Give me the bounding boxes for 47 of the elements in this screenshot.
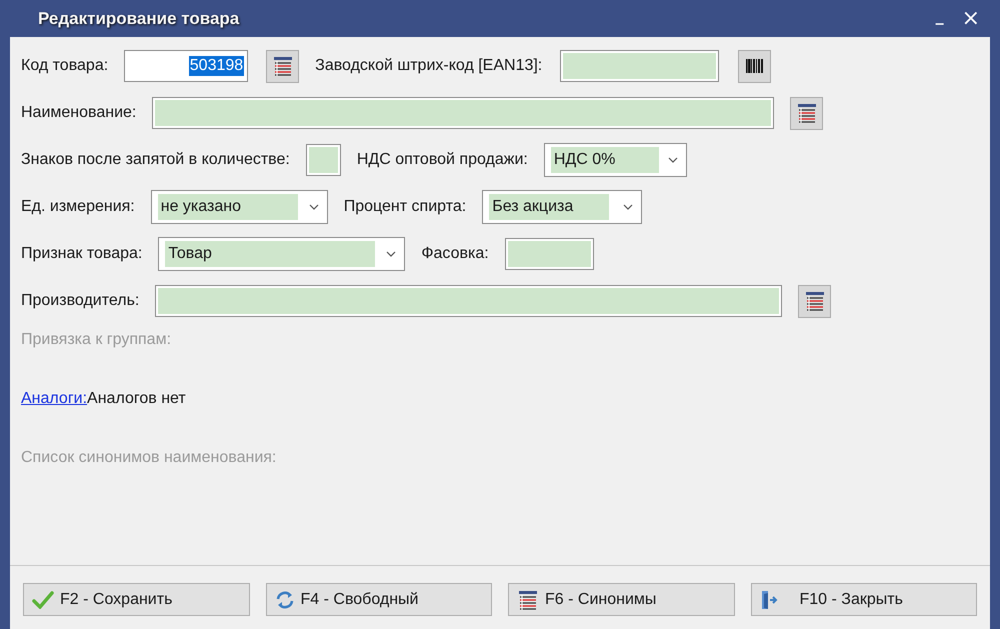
table-list-icon bbox=[804, 290, 826, 312]
dropdown[interactable]: не указано bbox=[150, 190, 328, 224]
function-button[interactable]: F10 - Закрыть bbox=[750, 583, 977, 616]
field-label: Знаков после запятой в количестве: bbox=[21, 151, 290, 169]
list-button[interactable] bbox=[798, 284, 832, 318]
field-label: Наименование: bbox=[21, 104, 136, 122]
input-field[interactable] bbox=[306, 144, 341, 176]
chevron-down-icon bbox=[386, 251, 396, 257]
field-label: Процент спирта: bbox=[344, 198, 466, 216]
refresh-icon bbox=[274, 590, 294, 610]
chevron-down-icon bbox=[623, 204, 634, 210]
barcode-button[interactable] bbox=[738, 50, 772, 82]
check-icon bbox=[32, 590, 54, 608]
table-list-icon bbox=[517, 588, 539, 610]
field-label: Ед. измерения: bbox=[21, 198, 135, 216]
analogs-text: Аналогов нет bbox=[87, 390, 186, 408]
minimize-button[interactable]: _ bbox=[932, 6, 948, 32]
input-field[interactable] bbox=[504, 238, 594, 270]
field-label: Производитель: bbox=[21, 292, 140, 310]
field-label: Признак товара: bbox=[21, 245, 142, 263]
chevron-down-icon bbox=[668, 157, 678, 163]
dropdown[interactable]: Без акциза bbox=[482, 190, 642, 224]
analogs-link[interactable]: Аналоги: bbox=[21, 390, 88, 408]
barcode-icon bbox=[744, 56, 766, 76]
field-label: Фасовка: bbox=[421, 245, 489, 263]
list-button[interactable] bbox=[790, 96, 824, 130]
door-exit-icon bbox=[760, 588, 780, 610]
window-title: Редактирование товара bbox=[37, 8, 240, 28]
table-list-icon bbox=[272, 55, 294, 77]
input-field[interactable] bbox=[155, 285, 782, 317]
section-label: Привязка к группам: bbox=[21, 330, 172, 350]
input-field[interactable] bbox=[152, 97, 774, 129]
table-list-icon bbox=[796, 102, 818, 124]
field-label: НДС оптовой продажи: bbox=[356, 151, 528, 169]
chevron-down-icon bbox=[308, 204, 319, 210]
function-button[interactable]: F2 - Сохранить bbox=[23, 583, 250, 616]
dropdown[interactable]: Товар bbox=[158, 237, 406, 271]
dropdown[interactable]: НДС 0% bbox=[544, 143, 687, 177]
close-button[interactable]: × bbox=[958, 6, 984, 32]
list-button[interactable] bbox=[266, 50, 300, 82]
function-button[interactable]: F4 - Свободный bbox=[266, 583, 492, 616]
section-label: Список синонимов наименования: bbox=[21, 448, 278, 468]
input-field[interactable]: 503198 bbox=[124, 50, 248, 82]
field-label: Заводской штрих-код [EAN13]: bbox=[315, 57, 542, 75]
function-button[interactable]: F6 - Синонимы bbox=[508, 583, 734, 616]
field-label: Код товара: bbox=[21, 57, 108, 75]
input-field[interactable] bbox=[560, 50, 720, 82]
